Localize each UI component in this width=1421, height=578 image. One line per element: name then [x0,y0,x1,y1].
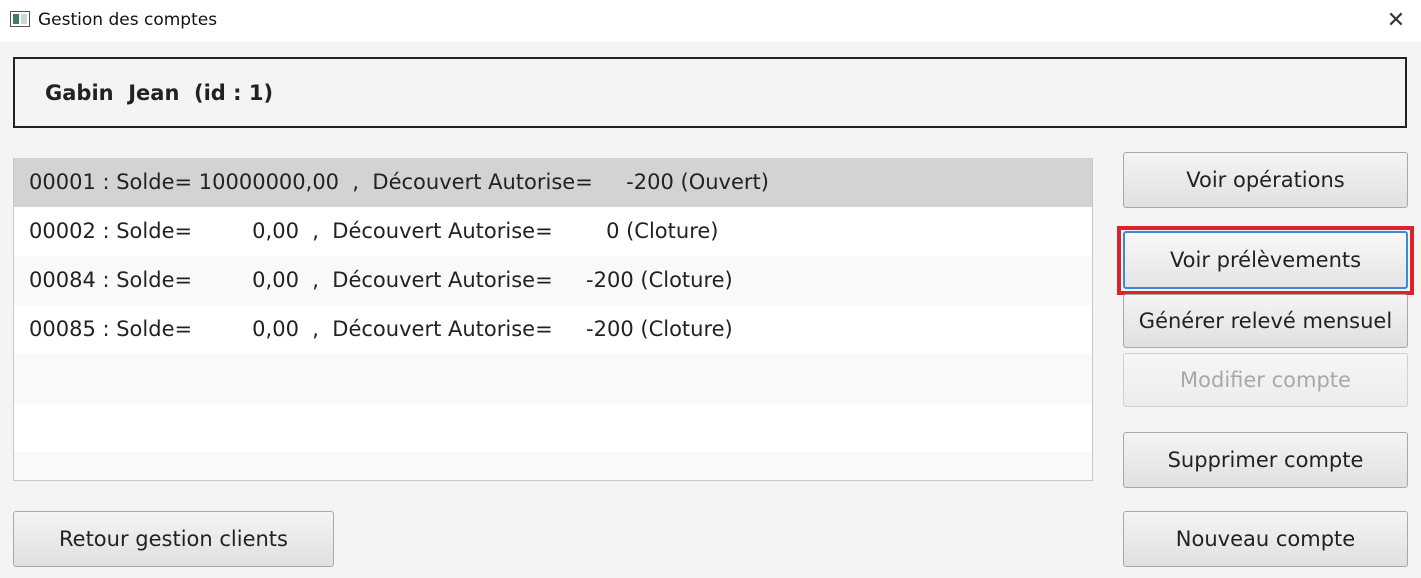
close-icon[interactable]: ✕ [1376,6,1416,36]
nouveau-compte-button[interactable]: Nouveau compte [1123,511,1408,567]
empty-row [14,452,1092,480]
client-header: Gabin Jean (id : 1) [13,57,1407,128]
modifier-compte-button: Modifier compte [1123,353,1408,407]
account-row[interactable]: 00002 : Solde= 0,00 , Découvert Autorise… [14,207,1092,256]
title-bar: Gestion des comptes ✕ [0,0,1421,42]
window-title: Gestion des comptes [38,10,218,30]
empty-row [14,403,1092,452]
app-window-icon [10,11,30,27]
supprimer-compte-button[interactable]: Supprimer compte [1123,432,1408,488]
highlight-box [1117,226,1414,295]
account-row[interactable]: 00084 : Solde= 0,00 , Découvert Autorise… [14,256,1092,305]
account-list[interactable]: 00001 : Solde= 10000000,00 , Découvert A… [13,158,1093,481]
client-name-label: Gabin Jean (id : 1) [45,81,274,105]
account-row-selected[interactable]: 00001 : Solde= 10000000,00 , Découvert A… [14,158,1092,207]
retour-gestion-clients-button[interactable]: Retour gestion clients [13,511,334,567]
voir-operations-button[interactable]: Voir opérations [1123,152,1408,208]
generer-releve-button[interactable]: Générer relevé mensuel [1123,294,1408,348]
empty-row [14,354,1092,403]
account-row[interactable]: 00085 : Solde= 0,00 , Découvert Autorise… [14,305,1092,354]
